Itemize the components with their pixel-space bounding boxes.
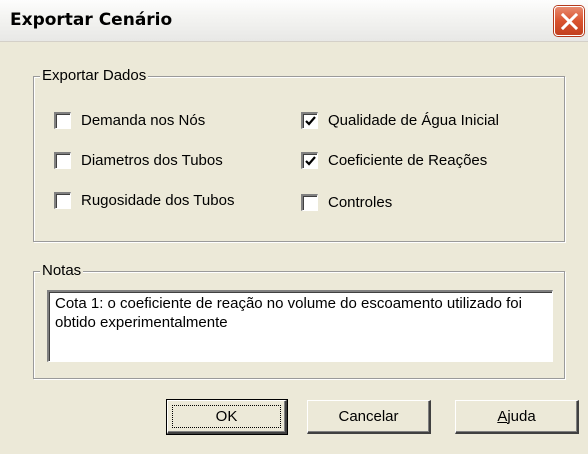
checkmark-icon — [305, 116, 316, 126]
cancel-label: Cancelar — [338, 408, 399, 425]
checkbox-diametros-dos-tubos[interactable]: Diametros dos Tubos — [54, 152, 223, 169]
ok-button[interactable]: OK — [166, 399, 288, 435]
checkbox-box[interactable] — [301, 152, 318, 169]
checkbox-demanda-nos-nos[interactable]: Demanda nos Nós — [54, 112, 205, 129]
close-button[interactable] — [554, 6, 584, 36]
checkbox-label: Diametros dos Tubos — [81, 152, 223, 169]
checkbox-box[interactable] — [54, 192, 71, 209]
close-icon — [561, 13, 578, 30]
dialog-title: Exportar Cenário — [10, 10, 173, 30]
checkbox-box[interactable] — [54, 112, 71, 129]
checkbox-box[interactable] — [54, 152, 71, 169]
focus-rectangle — [172, 405, 281, 428]
export-scenario-dialog: Exportar Cenário Exportar Dados Demanda … — [0, 0, 588, 454]
checkbox-rugosidade-dos-tubos[interactable]: Rugosidade dos Tubos — [54, 192, 234, 209]
help-mnemonic: A — [497, 408, 508, 425]
checkbox-box[interactable] — [301, 194, 318, 211]
checkbox-qualidade-de-agua-inicial[interactable]: Qualidade de Água Inicial — [301, 112, 499, 129]
checkbox-label: Demanda nos Nós — [81, 112, 206, 129]
notes-legend: Notas — [40, 262, 84, 280]
checkbox-coeficiente-de-reacoes[interactable]: Coeficiente de Reações — [301, 152, 487, 169]
help-label: Ajuda — [497, 408, 535, 425]
notes-textarea[interactable]: Cota 1: o coeficiente de reação no volum… — [47, 290, 553, 362]
checkbox-controles[interactable]: Controles — [301, 194, 392, 211]
title-bar[interactable]: Exportar Cenário — [0, 0, 588, 42]
checkbox-label: Controles — [328, 194, 393, 211]
export-data-legend: Exportar Dados — [40, 67, 149, 85]
checkbox-box[interactable] — [301, 112, 318, 129]
checkbox-label: Coeficiente de Reações — [328, 152, 488, 169]
cancel-button[interactable]: Cancelar — [307, 400, 431, 434]
help-button[interactable]: Ajuda — [455, 400, 579, 434]
checkbox-label: Rugosidade dos Tubos — [81, 192, 235, 209]
help-label-rest: juda — [507, 408, 536, 425]
checkmark-icon — [305, 156, 316, 166]
checkbox-label: Qualidade de Água Inicial — [328, 112, 499, 129]
